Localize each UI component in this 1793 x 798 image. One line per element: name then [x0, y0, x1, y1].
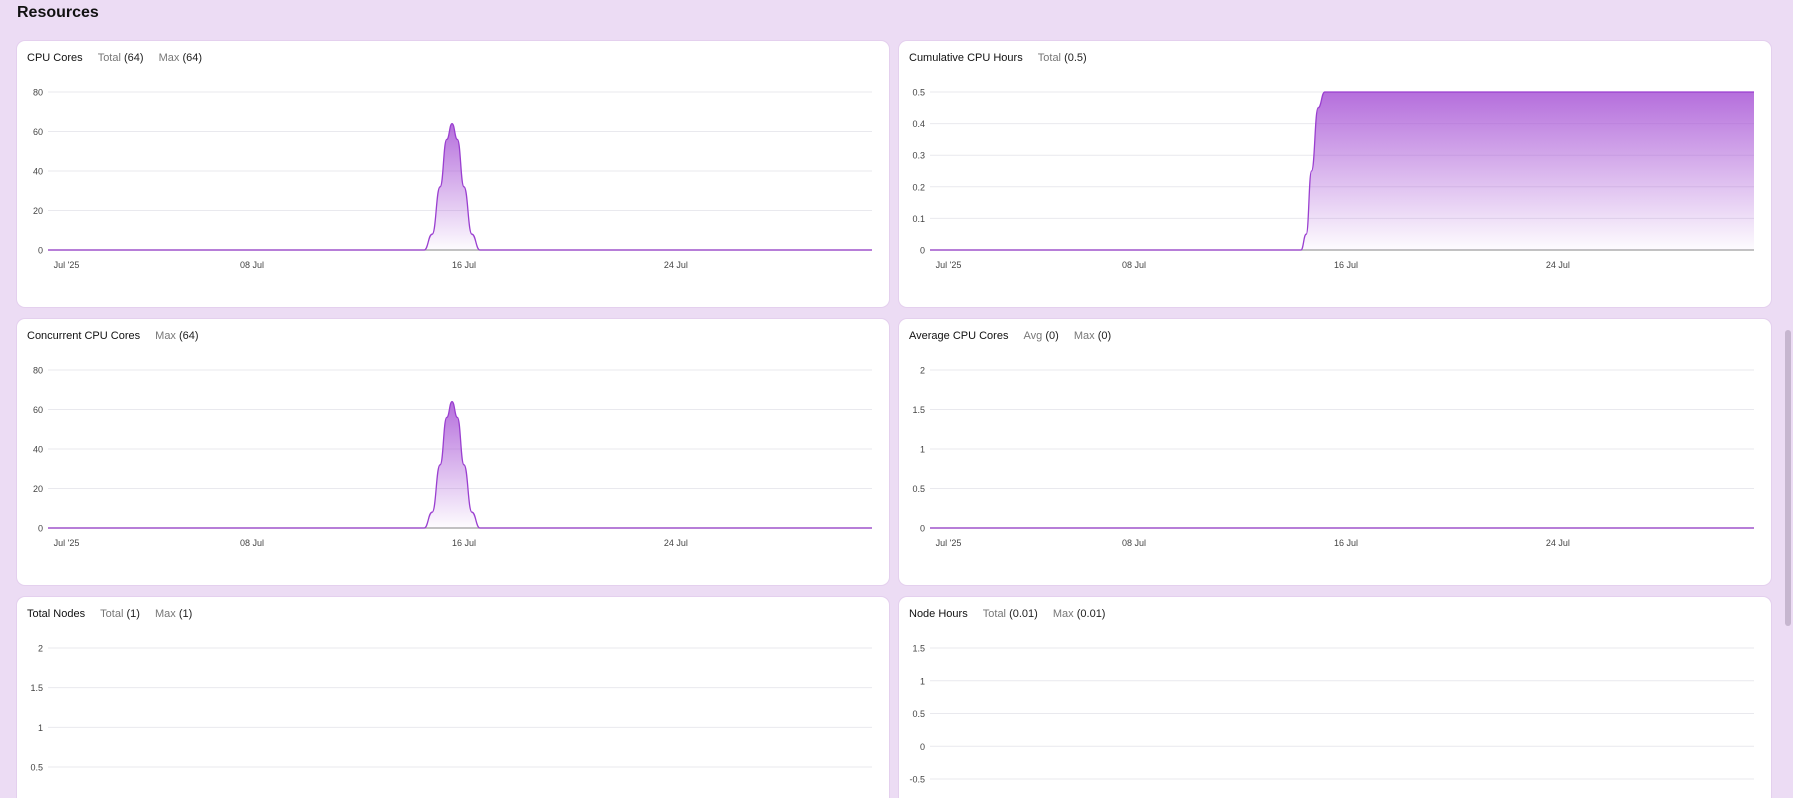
y-tick-label: 0.3 [912, 151, 925, 161]
y-tick-label: 0 [920, 524, 925, 534]
x-tick-label: 16 Jul [1334, 260, 1358, 270]
page-scrollbar-thumb[interactable] [1785, 330, 1791, 626]
average-cpu-cores-card: Average CPU Cores Avg (0) Max (0) 2 1.5 1 0… [899, 319, 1771, 585]
y-tick-label: 1.5 [30, 683, 43, 693]
x-tick-label: Jul '25 [936, 538, 962, 548]
x-tick-label: 24 Jul [664, 538, 688, 548]
y-tick-label: 1.5 [912, 644, 925, 654]
y-tick-label: 0.5 [912, 709, 925, 719]
y-tick-label: 0.5 [912, 88, 925, 98]
y-tick-label: 20 [33, 206, 43, 216]
y-tick-label: 0.5 [912, 484, 925, 494]
x-tick-label: 16 Jul [452, 260, 476, 270]
x-tick-label: 08 Jul [1122, 538, 1146, 548]
y-tick-label: 60 [33, 405, 43, 415]
total-nodes-chart: 2 1.5 1 0.5 [30, 644, 872, 773]
y-tick-label: 0.1 [912, 214, 925, 224]
x-tick-label: 08 Jul [240, 538, 264, 548]
y-tick-label: 1 [38, 723, 43, 733]
x-tick-label: 16 Jul [452, 538, 476, 548]
y-tick-label: 0.5 [30, 763, 43, 773]
concurrent-cpu-cores-card: Concurrent CPU Cores Max (64) 80 60 40 20 0 J… [17, 319, 889, 585]
y-tick-label: 0 [38, 246, 43, 256]
cpu-cores-card: CPU Cores Total (64) Max (64) 80 60 40 20 0 J… [17, 41, 889, 307]
node-hours-chart: 1.5 1 0.5 0 -0.5 [909, 644, 1754, 785]
y-tick-label: 40 [33, 445, 43, 455]
y-tick-label: 0.4 [912, 119, 925, 129]
y-tick-label: 40 [33, 167, 43, 177]
cumulative-cpu-hours-card: Cumulative CPU Hours Total (0.5) 0.5 0.4 0… [899, 41, 1771, 307]
x-tick-label: Jul '25 [54, 260, 80, 270]
section-title: Resources [17, 4, 99, 21]
x-tick-label: Jul '25 [936, 260, 962, 270]
y-tick-label: 80 [33, 366, 43, 376]
y-tick-label: 1 [920, 445, 925, 455]
x-tick-label: 08 Jul [240, 260, 264, 270]
x-tick-label: 24 Jul [1546, 260, 1570, 270]
y-tick-label: 1.5 [912, 405, 925, 415]
cumulative-cpu-hours-chart: 0.5 0.4 0.3 0.2 0.1 0 Jul '25 08 Jul 16 Jul 24 Ju… [912, 88, 1754, 270]
series-area [48, 401, 872, 528]
total-nodes-card: Total Nodes Total (1) Max (1) 2 1.5 1 0.5 [17, 597, 889, 798]
y-tick-label: 60 [33, 127, 43, 137]
cpu-cores-chart: 80 60 40 20 0 Jul '25 08 Jul 16 Jul 24 Jul [33, 88, 872, 270]
average-cpu-cores-chart: 2 1.5 1 0.5 0 Jul '25 08 Jul 16 Jul 24 Jul [912, 366, 1754, 548]
series-area [48, 123, 872, 250]
y-tick-label: 0.2 [912, 182, 925, 192]
x-tick-label: 24 Jul [664, 260, 688, 270]
concurrent-cpu-cores-chart: 80 60 40 20 0 Jul '25 08 Jul 16 Jul 24 Jul [33, 366, 872, 548]
y-tick-label: 20 [33, 484, 43, 494]
y-tick-label: 1 [920, 676, 925, 686]
series-area [930, 92, 1754, 250]
node-hours-card: Node Hours Total (0.01) Max (0.01) 1.5 1 0… [899, 597, 1771, 798]
x-tick-label: 08 Jul [1122, 260, 1146, 270]
y-tick-label: 80 [33, 88, 43, 98]
y-tick-label: 0 [920, 246, 925, 256]
y-tick-label: 0 [920, 742, 925, 752]
x-tick-label: 16 Jul [1334, 538, 1358, 548]
y-tick-label: 0 [38, 524, 43, 534]
y-tick-label: -0.5 [909, 775, 925, 785]
x-tick-label: 24 Jul [1546, 538, 1570, 548]
y-tick-label: 2 [920, 366, 925, 376]
y-tick-label: 2 [38, 644, 43, 654]
x-tick-label: Jul '25 [54, 538, 80, 548]
